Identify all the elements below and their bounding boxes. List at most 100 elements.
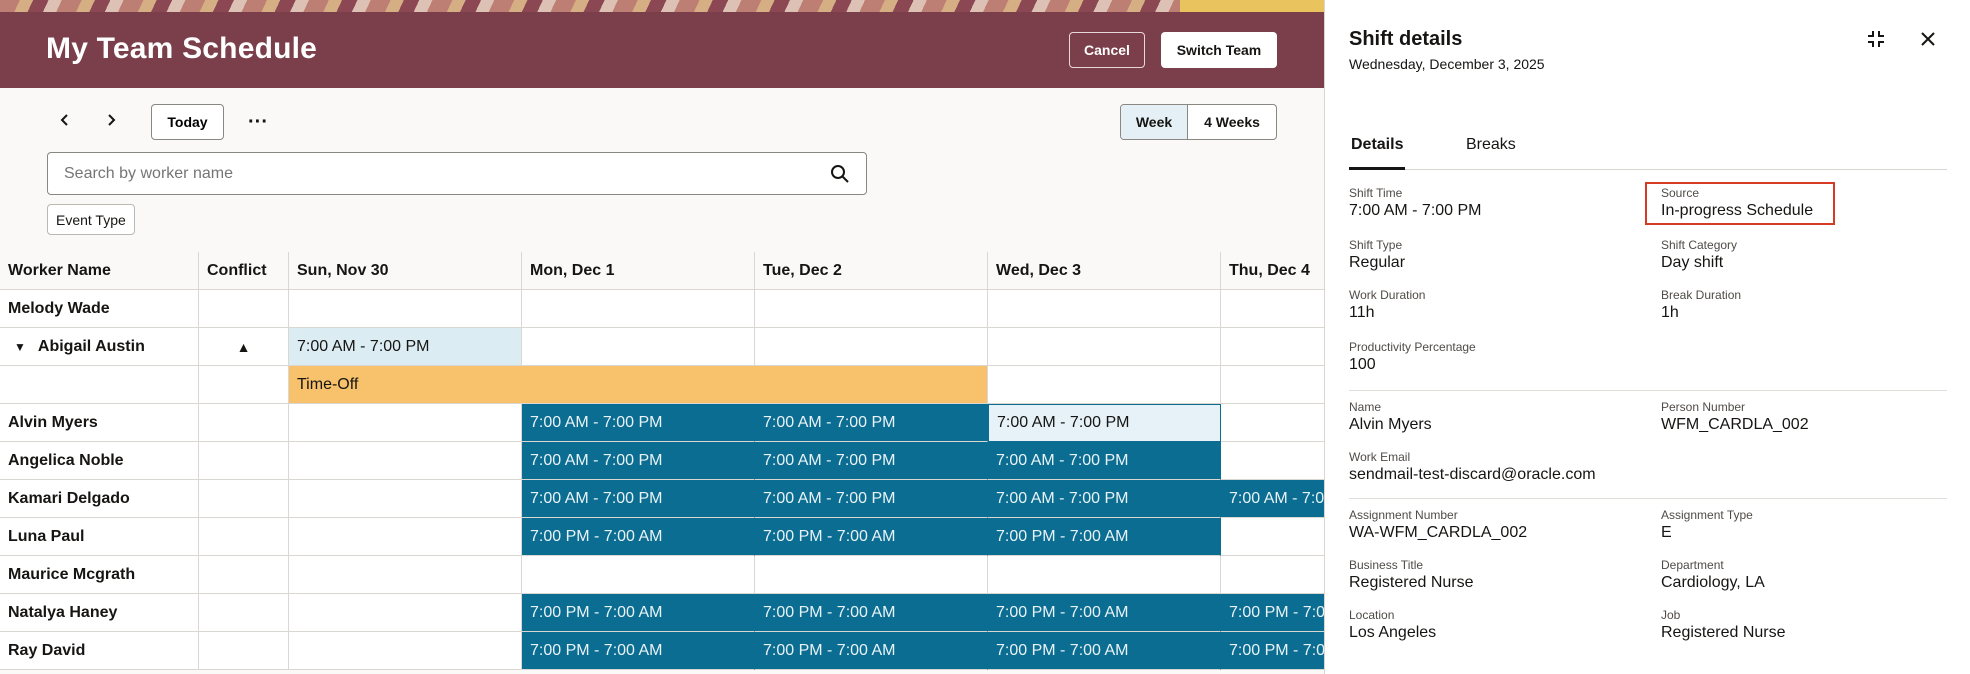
schedule-cell[interactable]: [289, 404, 522, 442]
shift-block[interactable]: 7:00 PM - 7:00 AM: [1221, 594, 1324, 632]
schedule-cell[interactable]: [988, 328, 1221, 366]
worker-name[interactable]: Ray David: [0, 632, 199, 670]
shift-block[interactable]: 7:00 AM - 7:00 PM: [522, 480, 755, 518]
more-options-button[interactable]: ···: [244, 104, 272, 140]
four-weeks-view-button[interactable]: 4 Weeks: [1188, 105, 1276, 139]
schedule-cell[interactable]: [522, 290, 755, 328]
worker-name[interactable]: Alvin Myers: [0, 404, 199, 442]
field-department: Department Cardiology, LA: [1661, 558, 1765, 592]
event-type-filter[interactable]: Event Type: [47, 204, 135, 235]
next-week-button[interactable]: [99, 108, 123, 132]
shift-block[interactable]: 7:00 PM - 7:00 AM: [755, 594, 988, 632]
field-label: Business Title: [1349, 558, 1424, 572]
shift-block[interactable]: 7:00 AM - 7:00 PM: [988, 442, 1221, 480]
tab-details[interactable]: Details: [1351, 136, 1403, 154]
shift-block[interactable]: 7:00 AM - 7:00 PM: [522, 404, 755, 442]
tab-breaks[interactable]: Breaks: [1466, 136, 1516, 154]
schedule-cell[interactable]: [522, 556, 755, 594]
worker-name[interactable]: Luna Paul: [0, 518, 199, 556]
schedule-cell[interactable]: [988, 290, 1221, 328]
shift-block[interactable]: 7:00 PM - 7:00 AM: [988, 594, 1221, 632]
schedule-cell[interactable]: [1221, 518, 1324, 556]
shift-block[interactable]: 7:00 AM - 7:00 PM: [289, 328, 522, 366]
schedule-cell[interactable]: [522, 328, 755, 366]
grid-header-row: Worker Name Conflict Sun, Nov 30 Mon, De…: [0, 252, 1324, 290]
collapse-panel-button[interactable]: [1865, 28, 1887, 50]
field-value: Registered Nurse: [1661, 624, 1786, 641]
worker-name[interactable]: Natalya Haney: [0, 594, 199, 632]
conflict-warning-icon[interactable]: ▲: [199, 328, 289, 366]
schedule-cell[interactable]: [1221, 442, 1324, 480]
column-header-wed[interactable]: Wed, Dec 3: [988, 252, 1221, 290]
column-header-worker-name[interactable]: Worker Name: [0, 252, 199, 290]
schedule-cell[interactable]: [289, 480, 522, 518]
conflict-cell: [199, 632, 289, 670]
worker-name[interactable]: Angelica Noble: [0, 442, 199, 480]
column-header-thu[interactable]: Thu, Dec 4: [1221, 252, 1324, 290]
worker-name-cell[interactable]: ▼ Abigail Austin: [0, 328, 199, 366]
worker-name[interactable]: Melody Wade: [0, 290, 199, 328]
field-name: Name Alvin Myers: [1349, 400, 1432, 434]
worker-name[interactable]: Kamari Delgado: [0, 480, 199, 518]
schedule-cell[interactable]: [289, 290, 522, 328]
schedule-cell[interactable]: [988, 366, 1221, 404]
schedule-cell[interactable]: [289, 594, 522, 632]
field-label: Person Number: [1661, 400, 1746, 414]
shift-block[interactable]: 7:00 PM - 7:00 AM: [755, 632, 988, 670]
schedule-cell[interactable]: [755, 556, 988, 594]
field-value: Day shift: [1661, 254, 1724, 271]
schedule-cell[interactable]: [289, 632, 522, 670]
schedule-cell[interactable]: [1221, 556, 1324, 594]
search-icon[interactable]: [830, 164, 850, 184]
selected-shift-block[interactable]: 7:00 AM - 7:00 PM: [988, 404, 1221, 442]
field-label: Location: [1349, 608, 1395, 622]
field-assignment-number: Assignment Number WA-WFM_CARDLA_002: [1349, 508, 1527, 542]
field-label: Work Duration: [1349, 288, 1426, 302]
switch-team-button[interactable]: Switch Team: [1161, 32, 1277, 68]
shift-block[interactable]: 7:00 PM - 7:00 AM: [522, 594, 755, 632]
shift-block[interactable]: 7:00 AM - 7:00 PM: [522, 442, 755, 480]
schedule-cell[interactable]: [1221, 328, 1324, 366]
shift-block[interactable]: 7:00 PM - 7:00 AM: [522, 518, 755, 556]
column-header-sun[interactable]: Sun, Nov 30: [289, 252, 522, 290]
shift-block[interactable]: 7:00 AM - 7:00 PM: [1221, 480, 1324, 518]
schedule-cell[interactable]: [1221, 366, 1324, 404]
week-view-button[interactable]: Week: [1121, 105, 1188, 139]
shift-block[interactable]: 7:00 PM - 7:00 AM: [755, 518, 988, 556]
search-input[interactable]: [64, 163, 804, 185]
section-divider: [1349, 390, 1947, 391]
cancel-button[interactable]: Cancel: [1069, 32, 1145, 68]
table-row: Melody Wade: [0, 290, 1324, 328]
shift-block[interactable]: 7:00 PM - 7:00 AM: [522, 632, 755, 670]
shift-block[interactable]: 7:00 PM - 7:00 AM: [988, 632, 1221, 670]
shift-block[interactable]: 7:00 AM - 7:00 PM: [988, 480, 1221, 518]
caret-down-icon[interactable]: ▼: [14, 340, 26, 354]
field-break-duration: Break Duration 1h: [1661, 288, 1741, 322]
close-panel-button[interactable]: [1917, 28, 1939, 50]
shift-block[interactable]: 7:00 AM - 7:00 PM: [755, 442, 988, 480]
schedule-cell[interactable]: [755, 290, 988, 328]
column-header-mon[interactable]: Mon, Dec 1: [522, 252, 755, 290]
today-button[interactable]: Today: [151, 104, 224, 140]
shift-block[interactable]: 7:00 PM - 7:00 AM: [1221, 632, 1324, 670]
schedule-cell[interactable]: [1221, 290, 1324, 328]
shift-block[interactable]: 7:00 AM - 7:00 PM: [755, 404, 988, 442]
worker-name[interactable]: Maurice Mcgrath: [0, 556, 199, 594]
field-shift-type: Shift Type Regular: [1349, 238, 1405, 272]
previous-week-button[interactable]: [53, 108, 77, 132]
column-header-tue[interactable]: Tue, Dec 2: [755, 252, 988, 290]
schedule-cell[interactable]: [289, 518, 522, 556]
field-label: Work Email: [1349, 450, 1411, 464]
schedule-cell[interactable]: [289, 556, 522, 594]
schedule-cell[interactable]: [1221, 404, 1324, 442]
schedule-cell[interactable]: [289, 442, 522, 480]
schedule-cell[interactable]: [755, 328, 988, 366]
chevron-left-icon: [60, 114, 68, 126]
field-location: Location Los Angeles: [1349, 608, 1436, 642]
shift-block[interactable]: 7:00 AM - 7:00 PM: [755, 480, 988, 518]
shift-block[interactable]: 7:00 PM - 7:00 AM: [988, 518, 1221, 556]
time-off-block[interactable]: Time-Off: [289, 366, 988, 404]
schedule-cell[interactable]: [988, 556, 1221, 594]
column-header-conflict[interactable]: Conflict: [199, 252, 289, 290]
worker-name-empty: [0, 366, 199, 404]
